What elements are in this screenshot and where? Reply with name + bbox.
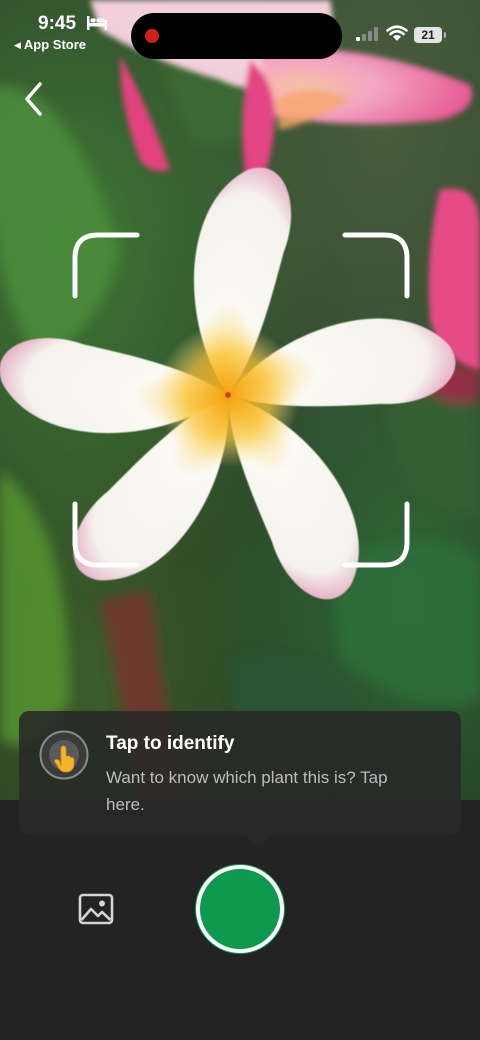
tap-to-identify-tooltip[interactable]: Tap to identify Want to know which plant… bbox=[19, 711, 461, 849]
tooltip-arrow bbox=[246, 835, 272, 849]
camera-viewfinder[interactable] bbox=[0, 0, 480, 800]
battery-icon: 21 bbox=[414, 27, 442, 43]
battery-tip bbox=[444, 32, 446, 38]
flower-photo bbox=[0, 0, 480, 800]
tooltip-title: Tap to identify bbox=[106, 733, 235, 754]
scan-corner-top-right bbox=[342, 232, 410, 299]
back-to-app-store[interactable]: ◀ App Store bbox=[14, 37, 86, 52]
signal-icon bbox=[356, 27, 378, 41]
image-gallery-icon[interactable] bbox=[76, 891, 116, 927]
wifi-icon bbox=[386, 25, 408, 41]
camera-screen: 9:45 ◀ App Store 21 Tap to identify Want… bbox=[0, 0, 480, 1040]
status-time: 9:45 bbox=[38, 13, 77, 34]
scan-corner-bottom-right bbox=[342, 501, 410, 568]
status-bar: 9:45 ◀ App Store 21 bbox=[0, 0, 480, 60]
scan-corner-bottom-left bbox=[72, 501, 140, 568]
shutter-button[interactable] bbox=[196, 865, 284, 953]
back-triangle-icon: ◀ bbox=[14, 40, 21, 50]
back-app-label: App Store bbox=[23, 37, 87, 52]
bed-icon bbox=[87, 16, 107, 30]
back-chevron-icon[interactable] bbox=[20, 80, 52, 118]
tooltip-body: Want to know which plant this is? Tap he… bbox=[106, 768, 388, 814]
recording-indicator-icon bbox=[145, 29, 159, 43]
dynamic-island bbox=[131, 13, 342, 59]
tap-hand-icon bbox=[39, 730, 89, 780]
scan-corner-top-left bbox=[72, 232, 140, 299]
